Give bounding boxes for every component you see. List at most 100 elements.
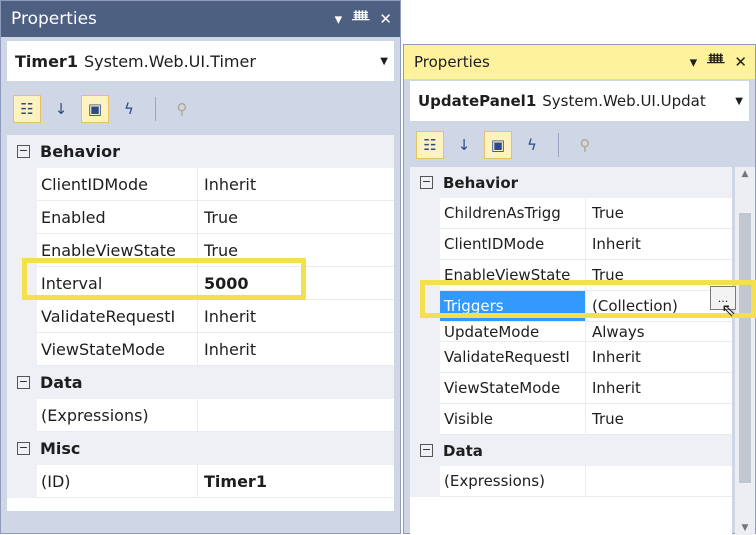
property-value[interactable]: Inherit xyxy=(585,342,732,373)
toolbar-separator xyxy=(558,133,559,157)
collapse-icon[interactable]: − xyxy=(17,376,30,389)
property-row[interactable]: ChildrenAsTrigg True xyxy=(410,198,732,229)
property-name: (ID) xyxy=(37,465,197,498)
pin-icon[interactable]: ᚙ xyxy=(707,53,724,71)
property-pages-icon[interactable]: ⚲ xyxy=(168,95,196,123)
property-name: ValidateRequestI xyxy=(37,300,197,333)
object-selector[interactable]: Timer1 System.Web.UI.Timer ▼ xyxy=(7,41,394,81)
collapse-icon[interactable]: − xyxy=(420,444,433,457)
property-name: ViewStateMode xyxy=(37,333,197,366)
property-row[interactable]: Visible True xyxy=(410,404,732,435)
property-name: ChildrenAsTrigg xyxy=(440,198,585,229)
panel-title: Properties xyxy=(11,9,97,29)
category-data[interactable]: − Data xyxy=(410,435,732,466)
properties-icon[interactable]: ▣ xyxy=(484,131,512,159)
property-value[interactable]: True xyxy=(197,234,394,267)
object-name: UpdatePanel1 xyxy=(418,92,537,110)
property-row[interactable]: Enabled True xyxy=(7,201,394,234)
category-label: Data xyxy=(443,441,483,460)
collapse-icon[interactable]: − xyxy=(17,145,30,158)
property-grid: − Behavior ChildrenAsTrigg True ClientIDMo… xyxy=(410,167,732,535)
property-row[interactable]: (ID) Timer1 xyxy=(7,465,394,498)
property-row[interactable]: (Expressions) xyxy=(410,466,732,497)
scroll-down-icon[interactable]: ▼ xyxy=(735,523,755,533)
property-value[interactable]: True xyxy=(197,201,394,234)
pin-icon[interactable]: ᚙ xyxy=(352,10,369,28)
panel-title: Properties xyxy=(414,53,490,71)
property-name: Visible xyxy=(440,404,585,435)
mouse-pointer-icon: ⇖ xyxy=(721,300,737,321)
category-misc[interactable]: − Misc xyxy=(7,432,394,465)
property-name: ClientIDMode xyxy=(37,168,197,201)
properties-toolbar: ☷ ↓ ▣ ϟ ⚲ xyxy=(410,125,749,165)
property-row[interactable]: ValidateRequestI Inherit xyxy=(410,342,732,373)
properties-panel-timer: Properties ▾ ᚙ ✕ Timer1 System.Web.UI.Ti… xyxy=(0,0,401,534)
property-row[interactable]: ClientIDMode Inherit xyxy=(410,229,732,260)
panel-title-bar: Properties ▾ ᚙ ✕ xyxy=(1,1,400,37)
property-row[interactable]: EnableViewState True xyxy=(410,260,732,291)
object-type: System.Web.UI.Timer xyxy=(83,51,256,71)
scroll-up-icon[interactable]: ▲ xyxy=(735,169,755,179)
property-name: Triggers xyxy=(440,291,585,322)
property-value[interactable]: Timer1 xyxy=(197,465,394,498)
categorized-icon[interactable]: ☷ xyxy=(416,131,444,159)
events-icon[interactable]: ϟ xyxy=(518,131,546,159)
property-value[interactable]: 5000 xyxy=(197,267,394,300)
events-icon[interactable]: ϟ xyxy=(115,95,143,123)
alphabetical-icon[interactable]: ↓ xyxy=(450,131,478,159)
category-label: Behavior xyxy=(443,173,519,192)
property-row[interactable]: ValidateRequestI Inherit xyxy=(7,300,394,333)
object-type: System.Web.UI.Updat xyxy=(542,92,706,110)
properties-panel-updatepanel: Properties ▾ ᚙ ✕ UpdatePanel1 System.Web… xyxy=(403,44,756,535)
property-value[interactable]: Always xyxy=(585,322,732,342)
object-name: Timer1 xyxy=(15,51,78,71)
property-value[interactable]: Inherit xyxy=(197,300,394,333)
property-value[interactable]: True xyxy=(585,198,732,229)
collapse-icon[interactable]: − xyxy=(17,442,30,455)
property-value[interactable]: Inherit xyxy=(197,333,394,366)
properties-icon[interactable]: ▣ xyxy=(81,95,109,123)
property-pages-icon[interactable]: ⚲ xyxy=(571,131,599,159)
property-name: EnableViewState xyxy=(37,234,197,267)
property-name: EnableViewState xyxy=(440,260,585,291)
close-icon[interactable]: ✕ xyxy=(379,10,392,28)
vertical-scrollbar[interactable]: ▲ ▼ xyxy=(735,167,755,535)
property-value[interactable]: Inherit xyxy=(197,168,394,201)
scrollbar-thumb[interactable] xyxy=(739,213,751,483)
property-value[interactable] xyxy=(197,399,394,432)
category-data[interactable]: − Data xyxy=(7,366,394,399)
property-row[interactable]: (Expressions) xyxy=(7,399,394,432)
property-row[interactable]: EnableViewState True xyxy=(7,234,394,267)
property-value[interactable]: Inherit xyxy=(585,229,732,260)
property-row[interactable]: ViewStateMode Inherit xyxy=(410,373,732,404)
property-name: (Expressions) xyxy=(440,466,585,497)
object-selector[interactable]: UpdatePanel1 System.Web.UI.Updat ▼ xyxy=(410,81,749,121)
collapse-icon[interactable]: − xyxy=(420,176,433,189)
dropdown-arrow-icon[interactable]: ▾ xyxy=(335,10,343,28)
property-row[interactable]: ViewStateMode Inherit xyxy=(7,333,394,366)
category-behavior[interactable]: − Behavior xyxy=(7,135,394,168)
property-name: Enabled xyxy=(37,201,197,234)
category-behavior[interactable]: − Behavior xyxy=(410,167,732,198)
category-label: Misc xyxy=(40,439,81,458)
panel-title-bar: Properties ▾ ᚙ ✕ xyxy=(404,45,755,79)
property-name: ClientIDMode xyxy=(440,229,585,260)
property-grid: − Behavior ClientIDMode Inherit Enabled Tru… xyxy=(7,135,394,511)
property-row[interactable]: UpdateMode Always xyxy=(410,322,732,342)
alphabetical-icon[interactable]: ↓ xyxy=(47,95,75,123)
property-name: (Expressions) xyxy=(37,399,197,432)
properties-toolbar: ☷ ↓ ▣ ϟ ⚲ xyxy=(7,87,394,131)
property-name: ViewStateMode xyxy=(440,373,585,404)
property-value[interactable]: True xyxy=(585,404,732,435)
categorized-icon[interactable]: ☷ xyxy=(13,95,41,123)
dropdown-arrow-icon[interactable]: ▾ xyxy=(690,53,698,71)
property-name: Interval xyxy=(37,267,197,300)
property-row-interval[interactable]: Interval 5000 xyxy=(7,267,394,300)
property-value[interactable] xyxy=(585,466,732,497)
chevron-down-icon[interactable]: ▼ xyxy=(735,96,743,107)
property-row[interactable]: ClientIDMode Inherit xyxy=(7,168,394,201)
close-icon[interactable]: ✕ xyxy=(734,53,747,71)
chevron-down-icon[interactable]: ▼ xyxy=(380,56,388,67)
property-value[interactable]: Inherit xyxy=(585,373,732,404)
property-row-triggers[interactable]: Triggers (Collection) xyxy=(410,291,732,322)
